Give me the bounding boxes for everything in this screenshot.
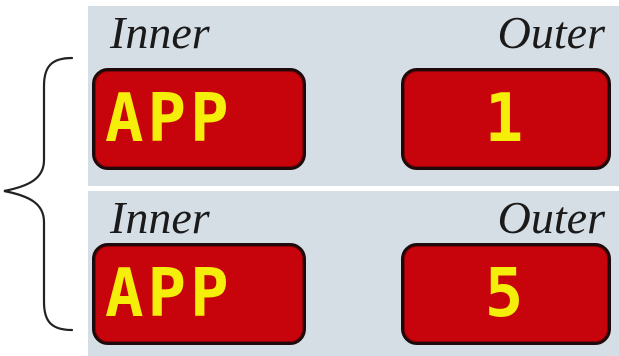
outer-readout-display: 1 — [401, 68, 611, 170]
outer-label: Outer — [497, 7, 605, 58]
display-panel-bottom: Inner Outer APP 5 — [88, 191, 619, 356]
display-panel-top: Inner Outer APP 1 — [88, 6, 619, 186]
inner-label: Inner — [110, 7, 210, 58]
inner-readout-value: APP — [105, 80, 233, 158]
outer-readout-display: 5 — [401, 243, 611, 345]
inner-label: Inner — [110, 192, 210, 243]
outer-readout-value: 5 — [484, 255, 528, 333]
outer-label: Outer — [497, 192, 605, 243]
inner-readout-value: APP — [105, 255, 233, 333]
curly-brace-icon — [3, 56, 74, 332]
outer-readout-value: 1 — [484, 80, 528, 158]
inner-readout-display: APP — [92, 68, 306, 170]
nav-display-comparison: Inner Outer APP 1 Inner Outer APP 5 — [0, 0, 619, 356]
inner-readout-display: APP — [92, 243, 306, 345]
